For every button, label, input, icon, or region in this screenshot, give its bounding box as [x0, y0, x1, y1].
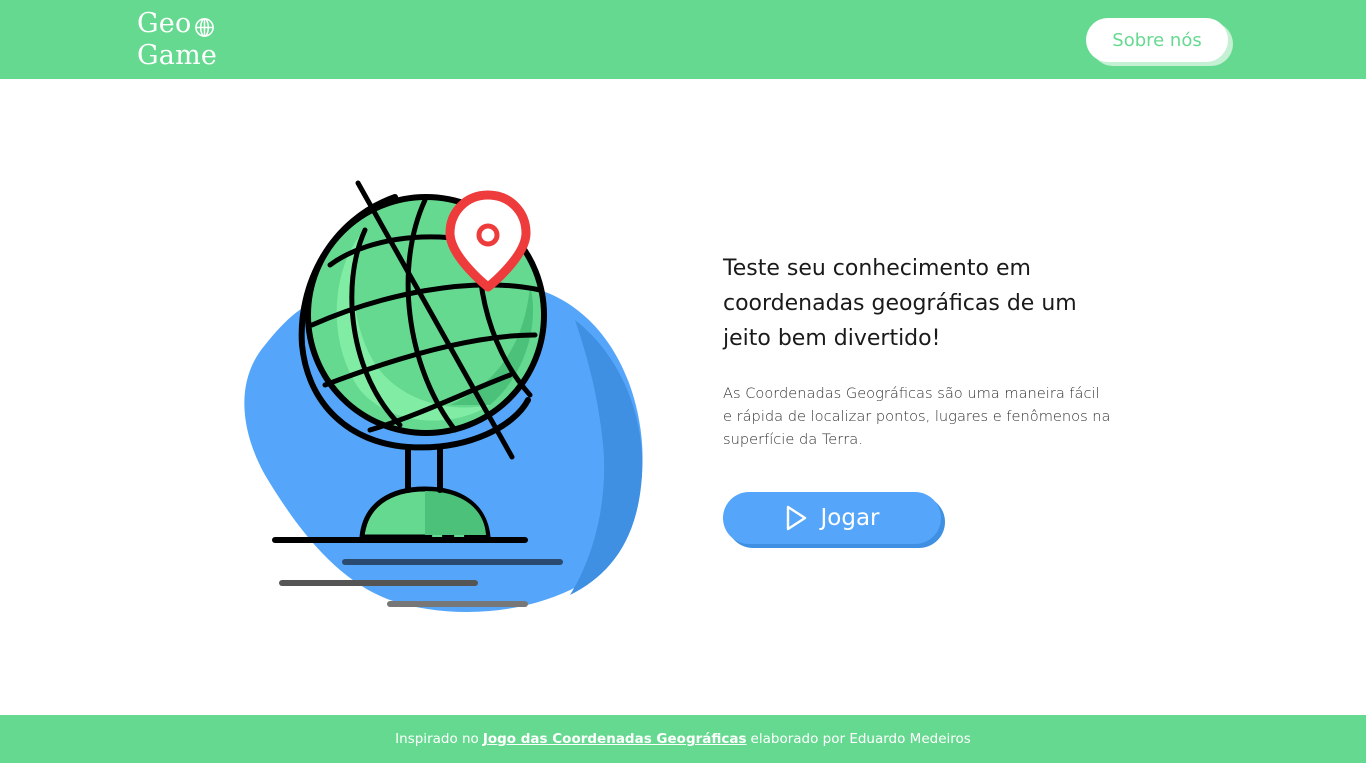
play-button[interactable]: Jogar	[723, 492, 941, 544]
about-button[interactable]: Sobre nós	[1086, 18, 1228, 62]
globe-illustration	[240, 175, 650, 620]
footer-bar: Inspirado no Jogo das Coordenadas Geográ…	[0, 715, 1366, 763]
globe-icon	[194, 14, 215, 37]
play-icon	[784, 504, 808, 532]
header-bar: Geo Game Sobre nós	[0, 0, 1366, 79]
footer-source-link[interactable]: Jogo das Coordenadas Geográficas	[483, 731, 747, 747]
footer-prefix: Inspirado no	[395, 731, 479, 747]
logo-text-game: Game	[137, 40, 218, 71]
logo-text-geo: Geo	[137, 8, 192, 39]
logo[interactable]: Geo Game	[137, 8, 217, 72]
page-headline: Teste seu conhecimento em coordenadas ge…	[723, 256, 1077, 351]
footer-suffix: elaborado por Eduardo Medeiros	[750, 731, 971, 747]
play-button-label: Jogar	[820, 505, 880, 531]
description-text: As Coordenadas Geográficas são uma manei…	[723, 385, 1111, 448]
